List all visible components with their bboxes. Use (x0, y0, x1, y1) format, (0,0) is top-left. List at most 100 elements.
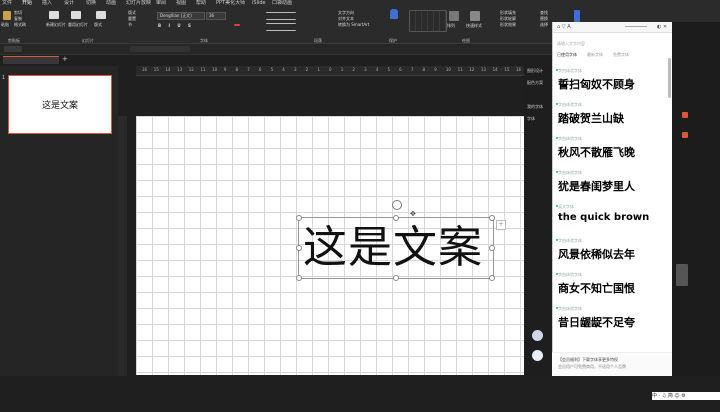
lock-icon[interactable] (390, 9, 398, 19)
font-sample: 商女不知亡国恨 (558, 282, 635, 295)
size-slider[interactable] (625, 26, 647, 27)
thumbnail-text: 这是文案 (41, 101, 78, 111)
status-bar (0, 376, 720, 412)
slide-thumbnail[interactable]: 这是文案 (8, 75, 112, 134)
paste-icon (3, 11, 11, 20)
font-tag: 字由体验字体 (558, 170, 582, 175)
resize-handle-mr[interactable] (489, 245, 495, 251)
resize-handle-tr[interactable] (489, 215, 495, 221)
moon-icon[interactable] (532, 350, 543, 361)
side-item-color-scheme[interactable]: 配色方案 (527, 80, 543, 86)
reuse-slide-button[interactable]: 重用幻灯片 (68, 22, 88, 27)
ruler-tick: 5 (387, 67, 390, 72)
quick-styles-icon (470, 11, 480, 21)
side-item-fonts[interactable]: 字体 (527, 116, 535, 122)
filter-tab-used[interactable]: 已使用字体 (557, 52, 577, 58)
ruler-tick: 16 (516, 67, 522, 72)
list-icons[interactable] (266, 12, 296, 20)
font-item[interactable]: 字由体验字体 踏破贺兰山缺 (553, 102, 667, 132)
find-button[interactable]: 查找 (540, 10, 548, 15)
side-item-graphic-design[interactable]: 图形设计 (527, 68, 543, 74)
layout-options-icon[interactable]: + (496, 220, 506, 230)
font-sample: 秋风不散雁飞晚 (558, 146, 635, 159)
new-slide-button[interactable]: 新建幻灯片 (46, 22, 66, 27)
font-sample: the quick brown (558, 212, 650, 223)
side-control[interactable] (676, 264, 688, 286)
resize-handle-tl[interactable] (296, 215, 302, 221)
vertical-ruler (118, 116, 127, 376)
font-item[interactable]: 字由体验字体昔日龌龊不足夸 (553, 306, 667, 336)
layout-button[interactable]: 版式 (94, 22, 102, 27)
ruler-tick: 4 (375, 67, 379, 72)
resize-handle-ml[interactable] (296, 245, 302, 251)
font-color-icon[interactable] (234, 24, 240, 26)
ime-toolbar[interactable]: 中 · ♫ 简 ☺ ⚙ (652, 392, 720, 400)
format-icons[interactable] (130, 46, 190, 52)
shape-effects-button[interactable]: 形状效果 (500, 22, 516, 27)
font-item[interactable]: 字由体验字体 商女不知亡国恨 (553, 272, 667, 302)
copy-button[interactable]: 复制 (14, 16, 22, 21)
member-benefit-text[interactable]: 【会员福利】下载字体享更多特权 (558, 357, 618, 363)
font-tag: 字由体验字体 (558, 136, 582, 141)
bold-italic-underline-group[interactable]: B I U S (158, 23, 194, 28)
cut-button[interactable]: 剪切 (14, 10, 22, 15)
smartart-button[interactable]: 转换为 SmartArt (338, 22, 369, 27)
new-tab-icon[interactable]: + (62, 55, 68, 63)
resize-handle-bc[interactable] (393, 275, 399, 281)
panel-tools-icons[interactable]: ⌂ ▽ A (557, 24, 571, 30)
ruler-tick: 7 (247, 67, 250, 72)
font-sample: 昔日龌龊不足夸 (558, 316, 635, 329)
resize-handle-tc[interactable] (393, 215, 399, 221)
ruler-tick: 15 (504, 67, 510, 72)
font-item[interactable]: 字由体验字体 誓扫匈奴不顾身 (553, 68, 667, 98)
ruler-tick: 1 (340, 67, 344, 72)
align-icons[interactable] (266, 23, 296, 31)
text-direction-button[interactable]: 文字方向 (338, 10, 354, 15)
reset-button[interactable]: 重置 (128, 16, 136, 21)
font-item[interactable]: 字由体验字体犹是春闺梦里人 (553, 170, 667, 200)
font-item[interactable]: 英文字体 the quick brown (553, 204, 667, 234)
select-button[interactable]: 选择 (540, 22, 548, 27)
ruler-tick: 15 (153, 67, 159, 72)
shape-fill-button[interactable]: 形状填充 (500, 10, 516, 15)
align-text-button[interactable]: 对齐文本 (338, 16, 354, 21)
slide-title-text[interactable]: 这是文案 (303, 221, 483, 275)
font-tag: 字由体验字体 (558, 238, 582, 243)
pin-icon[interactable] (574, 10, 580, 22)
orange-marker-icon (682, 132, 688, 138)
font-sample: 犹是春闺梦里人 (558, 180, 635, 193)
ruler-tick: 8 (235, 67, 239, 72)
filter-tab-new[interactable]: 最新字体 (587, 52, 603, 58)
settings-icon[interactable]: ◐ ✕ (657, 24, 667, 30)
ruler-tick: 12 (188, 67, 194, 72)
font-tag: 字由体验字体 (558, 306, 582, 311)
font-preview-input[interactable]: 请输入文字内容 (557, 40, 657, 47)
arrange-button[interactable]: 排列 (447, 23, 455, 28)
shapes-gallery[interactable] (409, 10, 447, 32)
shape-outline-button[interactable]: 形状轮廓 (500, 16, 516, 21)
font-panel-scrollbar[interactable] (668, 58, 671, 98)
font-item[interactable]: 字由体验字体秋风不散雁飞晚 (553, 136, 667, 166)
planet-icon[interactable] (532, 330, 543, 341)
rotate-handle-icon[interactable] (392, 200, 402, 210)
layout-icon (96, 11, 106, 19)
font-name-select[interactable]: DengXian (正文) (157, 12, 205, 20)
side-item-my-fonts[interactable]: 我的字体 (527, 104, 543, 110)
section-button[interactable]: 节 (128, 22, 132, 27)
quick-styles-button[interactable]: 快速样式 (466, 23, 482, 28)
paste-button[interactable]: 粘贴 (1, 22, 9, 27)
filter-tab-free[interactable]: 免费字体 (613, 52, 629, 58)
ruler-tick: 0 (329, 67, 332, 72)
layout-option[interactable]: 版式 (128, 10, 136, 15)
format-painter-button[interactable]: 格式刷 (14, 22, 26, 27)
font-size-select[interactable]: 36 (206, 12, 226, 20)
replace-button[interactable]: 替换 (540, 16, 548, 21)
ruler-tick: 10 (212, 67, 218, 72)
font-item[interactable]: 字由体验字体 风景依稀似去年 (553, 238, 667, 268)
resize-handle-br[interactable] (489, 275, 495, 281)
ruler-tick: 9 (223, 67, 227, 72)
resize-handle-bl[interactable] (296, 275, 302, 281)
document-tab[interactable] (3, 56, 59, 64)
quick-access-icons[interactable] (4, 46, 22, 52)
ruler-tick: 2 (305, 67, 309, 72)
